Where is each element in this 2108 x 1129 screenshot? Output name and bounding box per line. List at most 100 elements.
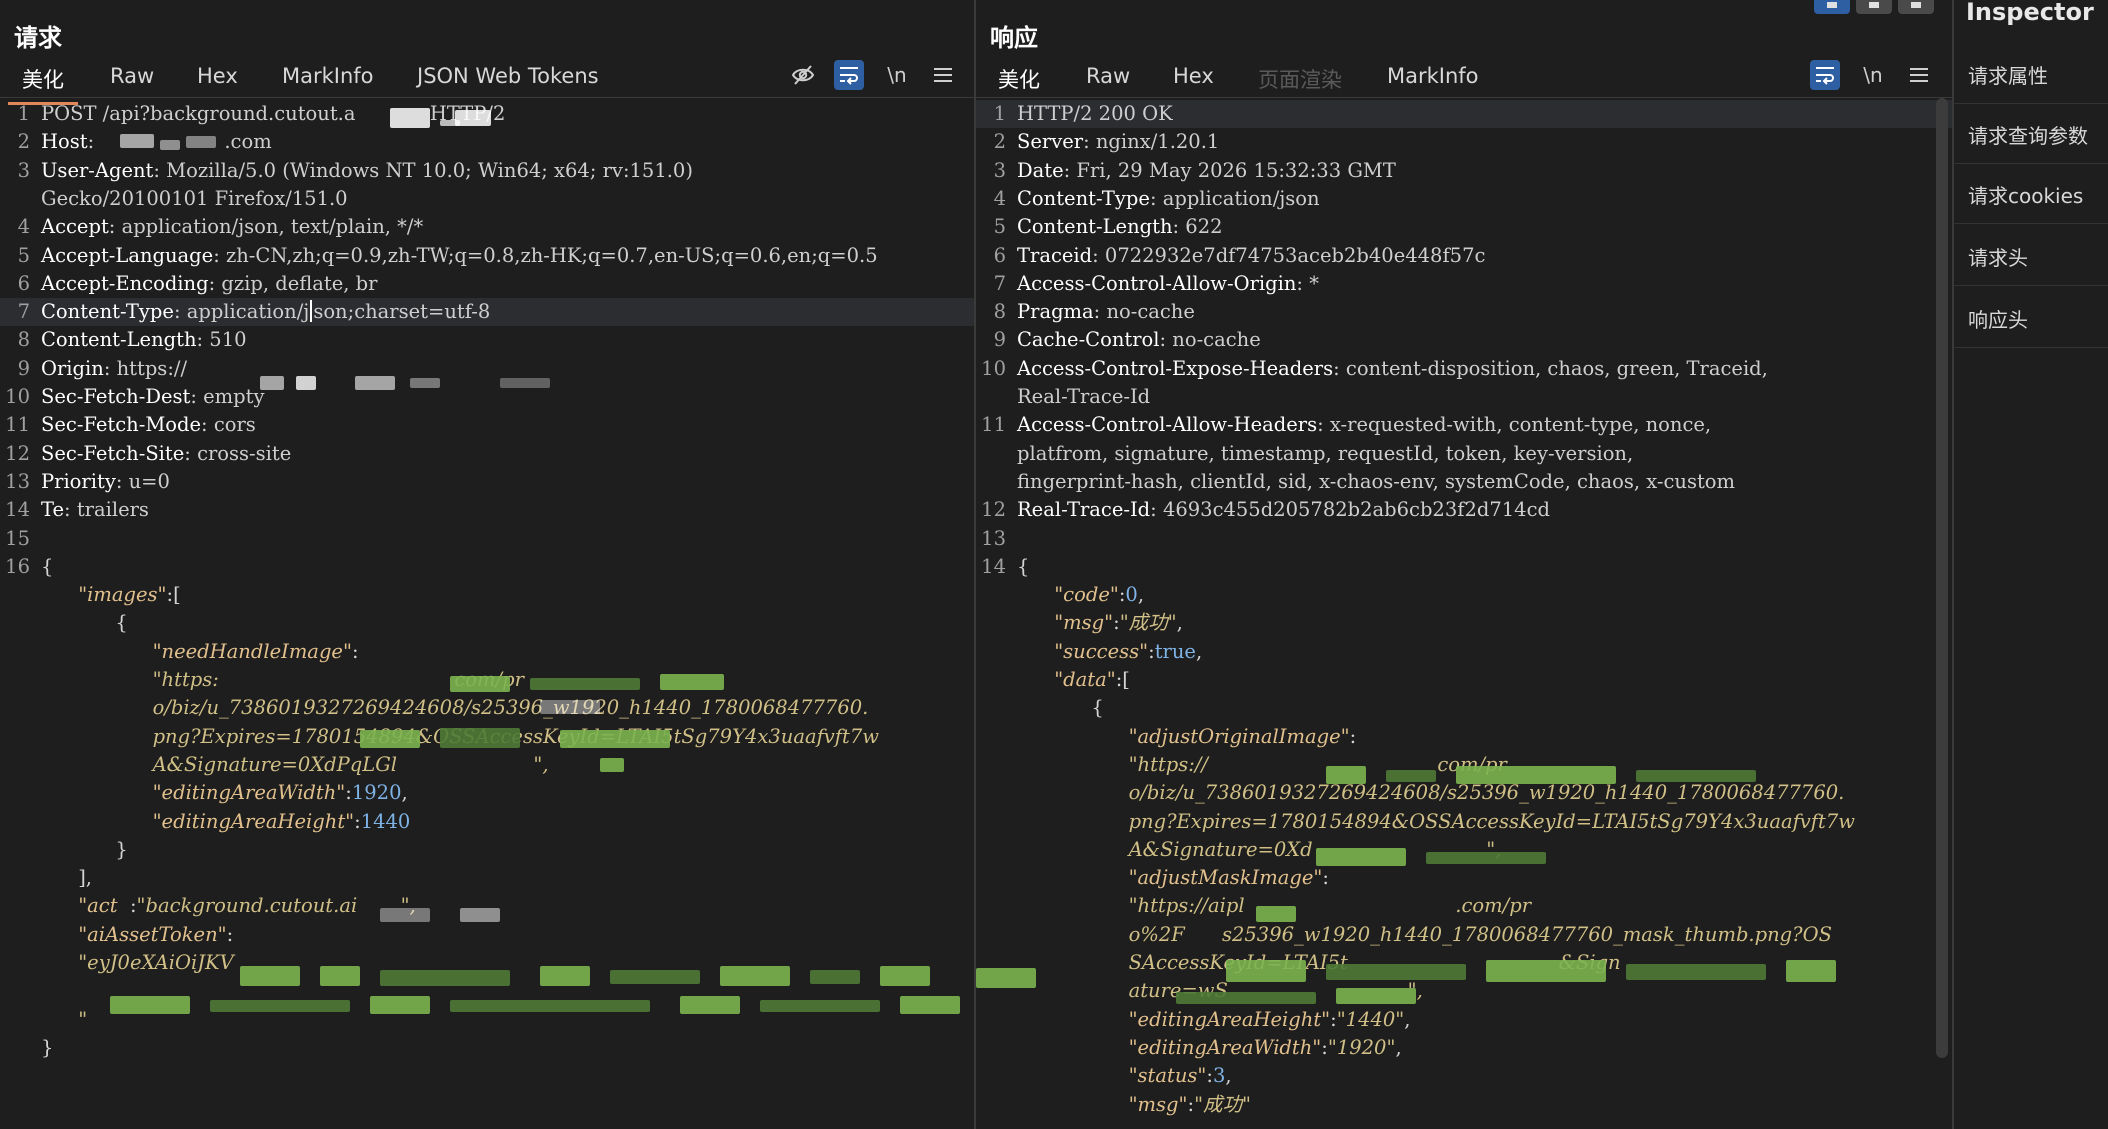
code-line[interactable]: "images":[ bbox=[0, 581, 974, 609]
response-tab-pretty[interactable]: 美化 bbox=[984, 64, 1054, 105]
code-value bbox=[41, 668, 153, 691]
code-line[interactable]: "msg":"成功" bbox=[976, 1091, 1952, 1119]
code-value: : Mozilla/5.0 (Windows NT 10.0; Win64; x… bbox=[153, 158, 693, 182]
request-tab-hex[interactable]: Hex bbox=[197, 64, 238, 88]
code-line[interactable]: "msg":"成功", bbox=[976, 609, 1952, 637]
code-line[interactable]: "success":true, bbox=[976, 638, 1952, 666]
code-line[interactable]: 7 Content-Type: application/j son;charset=… bbox=[0, 298, 974, 327]
code-value: : empty bbox=[190, 385, 265, 408]
code-line[interactable]: 5 Accept-Language: zh-CN,zh;q=0.9,zh-TW;q… bbox=[0, 242, 974, 270]
code-line[interactable]: 8 Content-Length: 510 bbox=[0, 326, 974, 354]
inspector-item-query-params[interactable]: 请求查询参数 bbox=[1954, 104, 2108, 164]
code-line[interactable]: 2 Server: nginx/1.20.1 bbox=[976, 128, 1952, 156]
code-line[interactable]: 6 Accept-Encoding: gzip, deflate, br bbox=[0, 270, 974, 298]
line-text: o/biz/u_7386019327269424608/s25396_w1920… bbox=[41, 694, 869, 722]
code-value: : application/j bbox=[173, 300, 310, 324]
code-value: "eyJ0eXAiOiJKV bbox=[78, 951, 234, 974]
code-line[interactable]: 14 { bbox=[976, 553, 1952, 581]
code-line[interactable]: { bbox=[0, 609, 974, 637]
line-text: "act :"background.cutout.ai ", bbox=[41, 892, 416, 920]
inspector-item-cookies[interactable]: 请求cookies bbox=[1954, 164, 2108, 224]
code-line[interactable]: "aiAssetToken": bbox=[0, 921, 974, 949]
code-line[interactable]: Gecko/20100101 Firefox/151.0 bbox=[0, 185, 974, 213]
code-line[interactable]: "editingAreaHeight":"1440", bbox=[976, 1006, 1952, 1034]
hamburger-menu-icon[interactable] bbox=[1904, 60, 1934, 90]
code-line[interactable]: 16 { bbox=[0, 553, 974, 581]
code-line[interactable]: 12 Sec-Fetch-Site: cross-site bbox=[0, 440, 974, 468]
code-key: Access-Control-Allow-Headers bbox=[1017, 413, 1318, 437]
response-tab-raw[interactable]: Raw bbox=[1086, 64, 1130, 88]
request-tab-markinfo[interactable]: MarkInfo bbox=[282, 64, 374, 88]
request-tab-jwt[interactable]: JSON Web Tokens bbox=[417, 64, 599, 88]
code-line[interactable]: 10 Access-Control-Expose-Headers: content… bbox=[976, 355, 1952, 383]
line-number: 14 bbox=[5, 498, 30, 522]
code-line[interactable]: o%2F s25396_w1920_h1440_1780068477760_ma… bbox=[976, 921, 1952, 949]
response-scrollbar[interactable] bbox=[1936, 98, 1948, 1058]
code-value: platfrom, signature, timestamp, requestI… bbox=[1017, 441, 1634, 465]
code-line[interactable]: "adjustMaskImage": bbox=[976, 864, 1952, 892]
code-line[interactable]: 3 User-Agent: Mozilla/5.0 (Windows NT 10.… bbox=[0, 157, 974, 185]
word-wrap-icon[interactable] bbox=[1810, 60, 1840, 90]
inspector-item-request-attributes[interactable]: 请求属性 bbox=[1954, 44, 2108, 104]
request-tab-pretty[interactable]: 美化 bbox=[8, 64, 78, 105]
response-tab-hex[interactable]: Hex bbox=[1173, 64, 1214, 88]
code-line[interactable]: 11 Sec-Fetch-Mode: cors bbox=[0, 411, 974, 439]
code-line[interactable]: A&Signature=0XdPqLGl ", bbox=[0, 751, 974, 779]
code-line[interactable]: 12 Real-Trace-Id: 4693c455d205782b2ab6cb2… bbox=[976, 496, 1952, 524]
code-line[interactable]: "code":0, bbox=[976, 581, 1952, 609]
code-line[interactable]: "editingAreaWidth":1920, bbox=[0, 779, 974, 807]
code-line[interactable]: 13 Priority: u=0 bbox=[0, 468, 974, 496]
code-line[interactable]: 15 bbox=[0, 525, 974, 553]
code-line[interactable]: 13 bbox=[976, 525, 1952, 553]
code-line[interactable]: 3 Date: Fri, 29 May 2026 15:32:33 GMT bbox=[976, 157, 1952, 185]
code-line[interactable]: ], bbox=[0, 864, 974, 892]
code-line[interactable]: 8 Pragma: no-cache bbox=[976, 298, 1952, 326]
code-value: "https: bbox=[152, 668, 219, 691]
inspector-item-response-headers[interactable]: 响应头 bbox=[1954, 288, 2108, 348]
code-value bbox=[1017, 753, 1129, 776]
redaction-mask bbox=[1316, 848, 1406, 866]
hamburger-menu-icon[interactable] bbox=[928, 60, 958, 90]
code-line[interactable]: 7 Access-Control-Allow-Origin: * bbox=[976, 270, 1952, 298]
code-line[interactable]: Real-Trace-Id bbox=[976, 383, 1952, 411]
code-line[interactable]: "editingAreaWidth":"1920", bbox=[976, 1034, 1952, 1062]
response-tab-render[interactable]: 页面渲染 bbox=[1258, 64, 1342, 94]
layout-split-rows-icon[interactable] bbox=[1856, 0, 1892, 14]
code-line[interactable]: } bbox=[0, 1034, 974, 1062]
code-line[interactable]: "data":[ bbox=[976, 666, 1952, 694]
code-line[interactable]: 1 HTTP/2 200 OK bbox=[976, 100, 1952, 128]
eye-off-icon[interactable] bbox=[788, 60, 818, 90]
code-line[interactable]: 10 Sec-Fetch-Dest: empty bbox=[0, 383, 974, 411]
code-line[interactable]: { bbox=[976, 694, 1952, 722]
code-line[interactable]: 4 Content-Type: application/json bbox=[976, 185, 1952, 213]
code-line[interactable]: } bbox=[0, 836, 974, 864]
layout-split-columns-icon[interactable] bbox=[1814, 0, 1850, 14]
code-line[interactable]: platfrom, signature, timestamp, requestI… bbox=[976, 440, 1952, 468]
code-line[interactable]: "adjustOriginalImage": bbox=[976, 723, 1952, 751]
redaction-mask bbox=[540, 700, 600, 714]
code-value: : no-cache bbox=[1093, 300, 1195, 324]
code-line[interactable]: 5 Content-Length: 622 bbox=[976, 213, 1952, 241]
code-line[interactable]: "editingAreaHeight":1440 bbox=[0, 808, 974, 836]
code-line[interactable]: 6 Traceid: 0722932e7df74753aceb2b40e448f5… bbox=[976, 242, 1952, 270]
code-line[interactable]: "status":3, bbox=[976, 1062, 1952, 1090]
inspector-item-request-headers[interactable]: 请求头 bbox=[1954, 226, 2108, 286]
code-line[interactable]: 14 Te: trailers bbox=[0, 496, 974, 524]
code-line[interactable]: 11 Access-Control-Allow-Headers: x-reques… bbox=[976, 411, 1952, 439]
code-line[interactable]: o/biz/u_7386019327269424608/s25396_w1920… bbox=[0, 694, 974, 722]
code-line[interactable]: 4 Accept: application/json, text/plain, *… bbox=[0, 213, 974, 241]
word-wrap-icon[interactable] bbox=[834, 60, 864, 90]
response-tab-markinfo[interactable]: MarkInfo bbox=[1387, 64, 1479, 88]
newline-toggle-icon[interactable]: \n bbox=[882, 60, 912, 90]
code-value bbox=[41, 1008, 78, 1031]
code-line[interactable]: "needHandleImage": bbox=[0, 638, 974, 666]
code-line[interactable]: png?Expires=1780154894&OSSAccessKeyId=LT… bbox=[976, 808, 1952, 836]
line-number: 8 bbox=[17, 328, 30, 352]
code-line[interactable]: 9 Origin: https:// bbox=[0, 355, 974, 383]
code-line[interactable]: 9 Cache-Control: no-cache bbox=[976, 326, 1952, 354]
newline-toggle-icon[interactable]: \n bbox=[1858, 60, 1888, 90]
layout-single-icon[interactable] bbox=[1898, 0, 1934, 14]
code-line[interactable]: fingerprint-hash, clientId, sid, x-chaos… bbox=[976, 468, 1952, 496]
request-tab-raw[interactable]: Raw bbox=[110, 64, 154, 88]
code-line[interactable]: "https://aipl .com/pr bbox=[976, 892, 1952, 920]
